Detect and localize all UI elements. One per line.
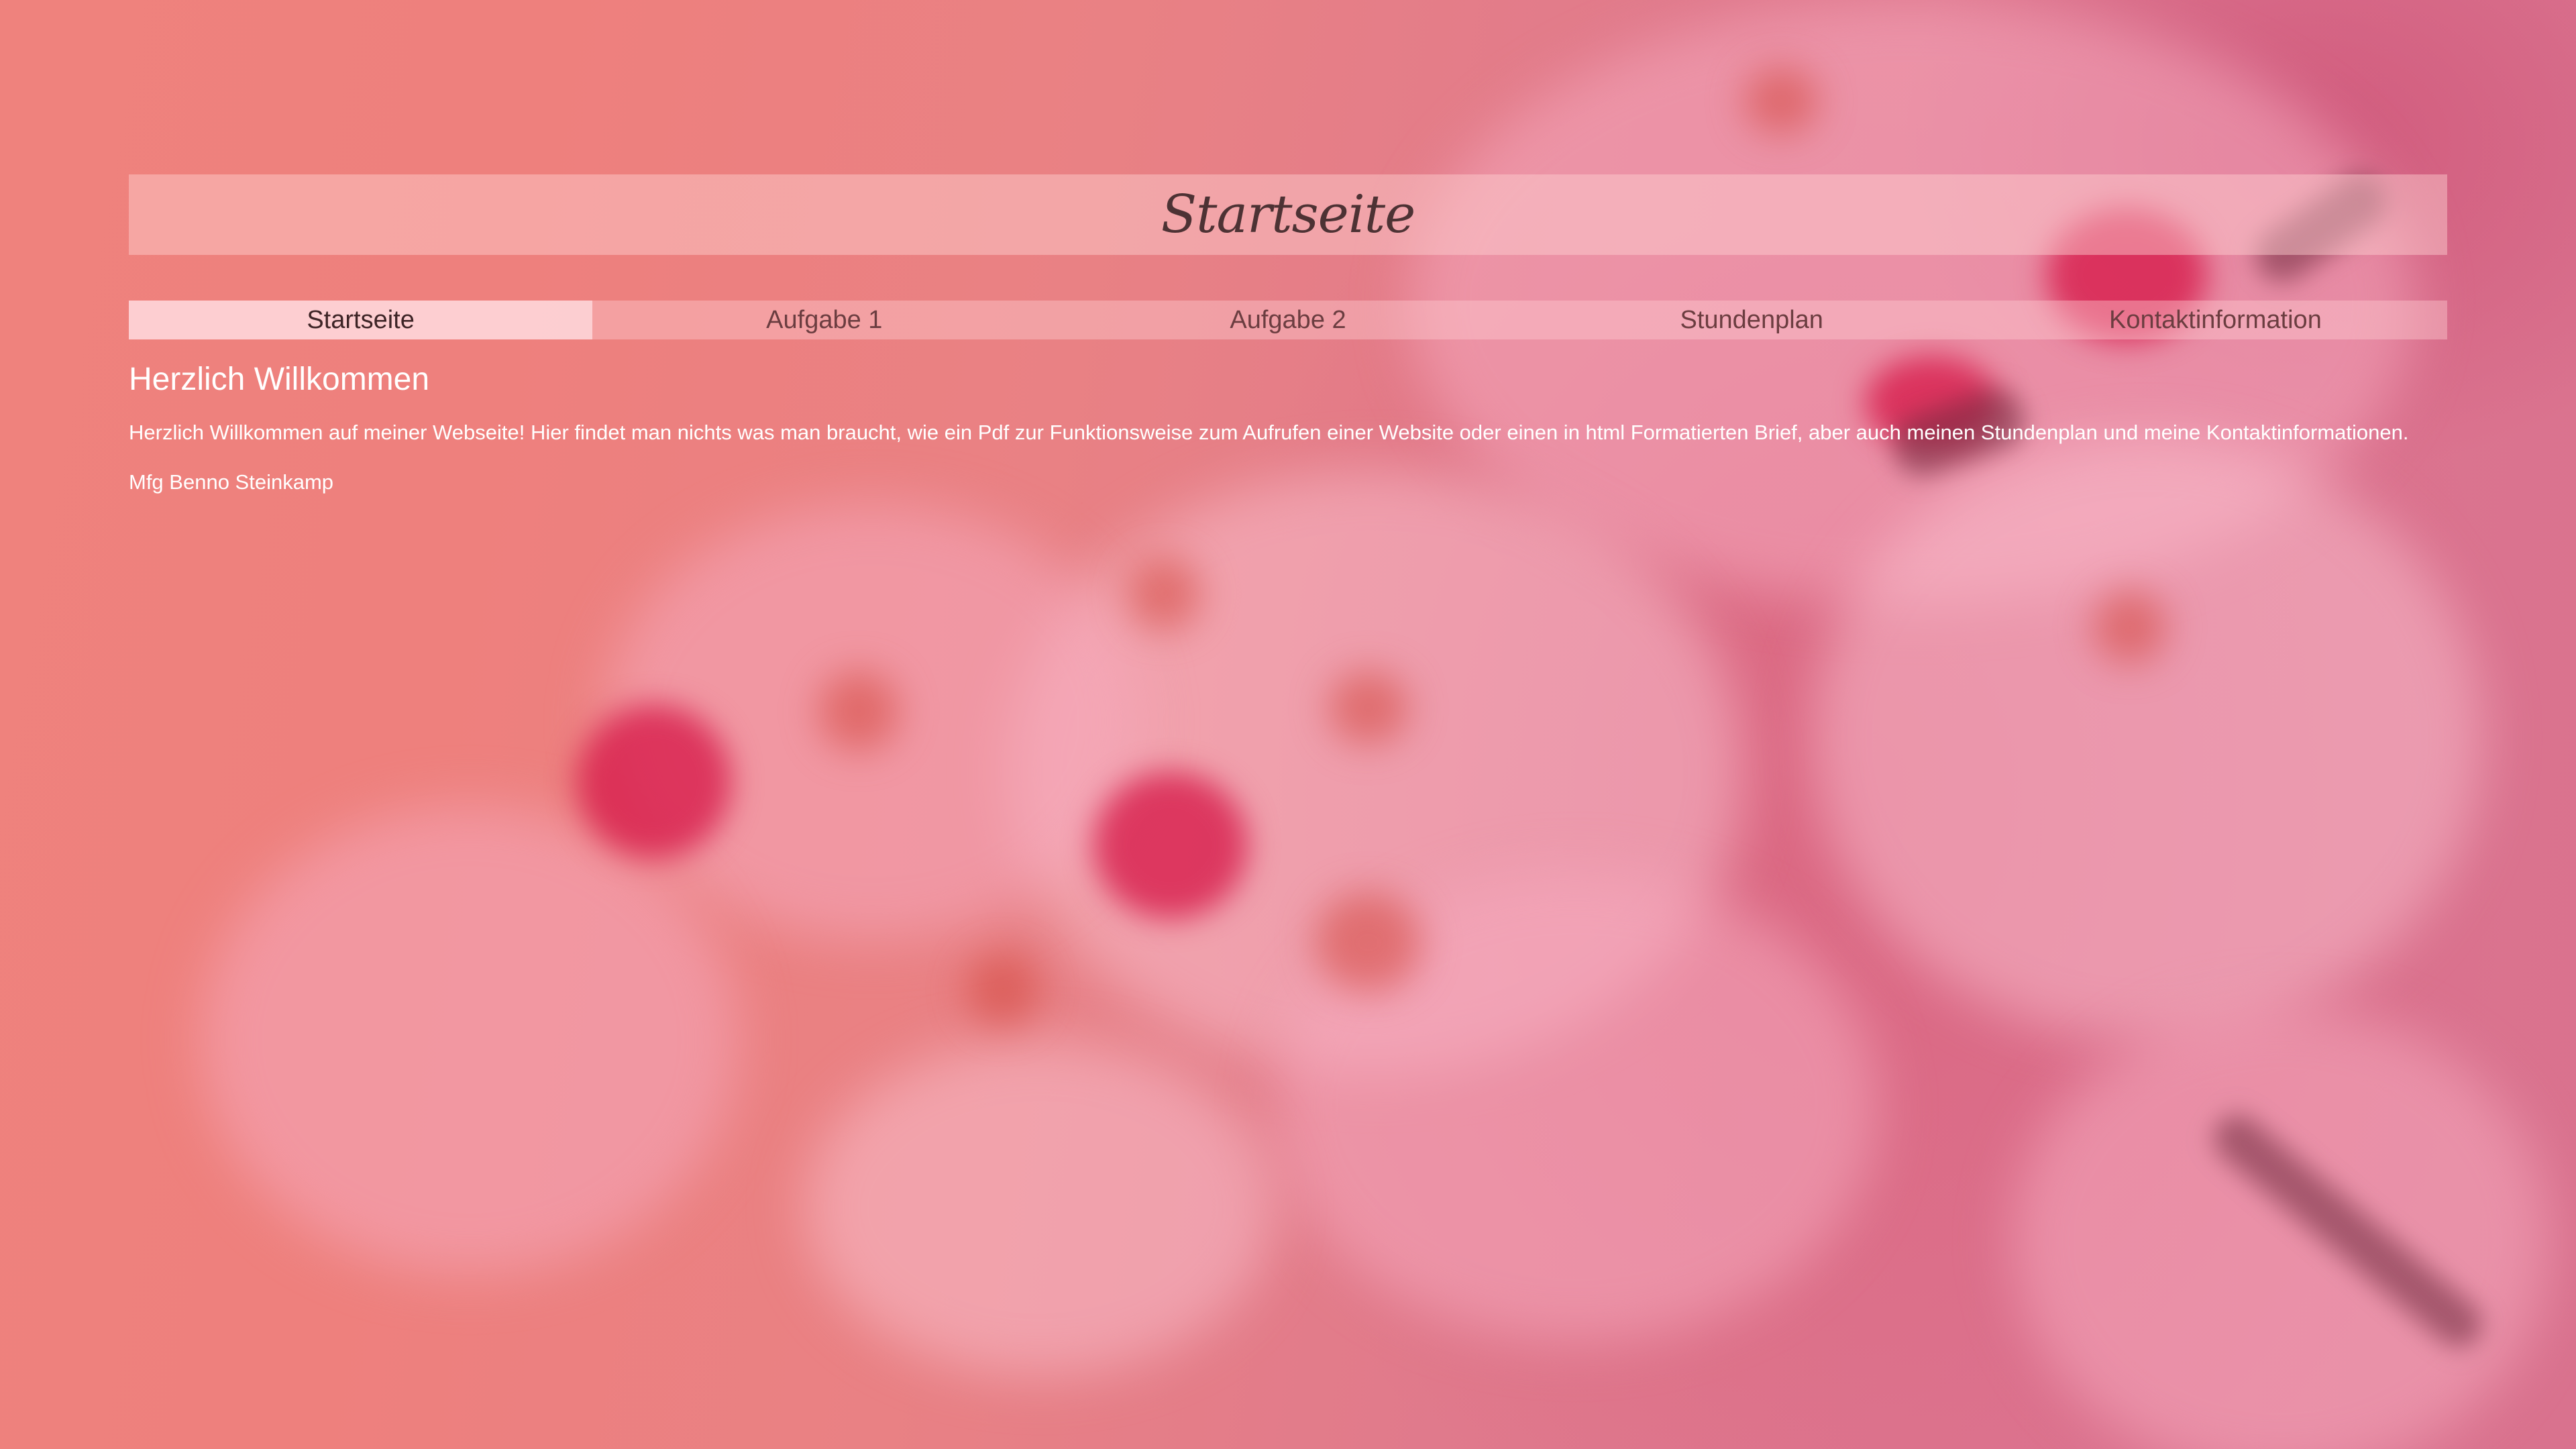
welcome-heading: Herzlich Willkommen [129,362,430,397]
page-container: Startseite Startseite Aufgabe 1 Aufgabe … [129,174,2447,520]
main-content: Herzlich Willkommen Herzlich Willkommen … [129,361,2447,494]
main-navigation: Startseite Aufgabe 1 Aufgabe 2 Stundenpl… [129,301,2447,339]
nav-item-startseite[interactable]: Startseite [129,301,593,339]
nav-item-kontaktinformation[interactable]: Kontaktinformation [1984,301,2447,339]
page-title: Startseite [1161,184,1416,245]
nav-item-aufgabe-2[interactable]: Aufgabe 2 [1056,301,1519,339]
nav-item-aufgabe-1[interactable]: Aufgabe 1 [592,301,1056,339]
welcome-text: Herzlich Willkommen auf meiner Webseite!… [129,421,2409,444]
title-banner: Startseite [129,174,2447,255]
nav-item-stundenplan[interactable]: Stundenplan [1520,301,1984,339]
signature-text: Mfg Benno Steinkamp [129,470,334,494]
